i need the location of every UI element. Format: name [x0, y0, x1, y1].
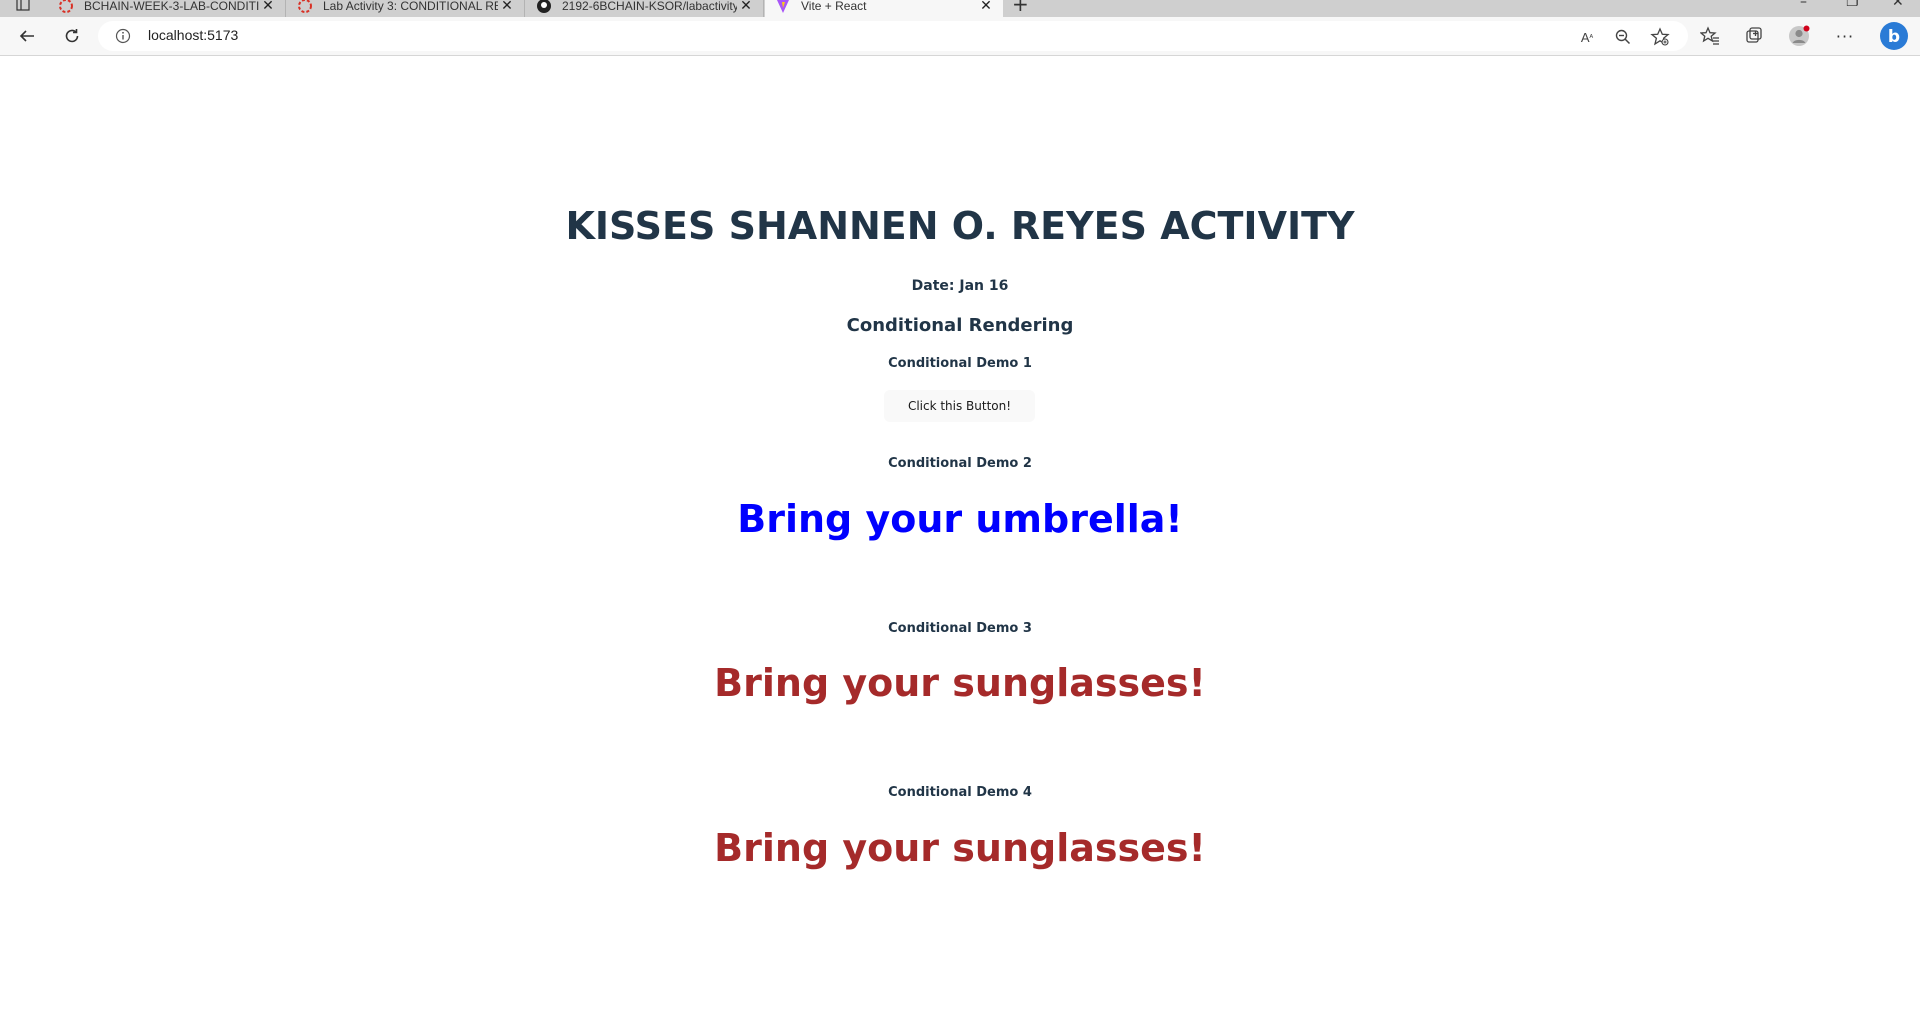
- more-options-icon[interactable]: ···: [1834, 25, 1856, 47]
- tab-title: 2192-6BCHAIN-KSOR/labactivity: [562, 0, 737, 13]
- section-heading: Conditional Rendering: [846, 315, 1074, 336]
- sunglasses-message: Bring your sunglasses!: [714, 826, 1206, 870]
- close-tab-icon[interactable]: ✕: [259, 0, 277, 14]
- sunglasses-message: Bring your sunglasses!: [714, 661, 1206, 705]
- close-tab-icon[interactable]: ✕: [737, 0, 755, 14]
- demo-1-label: Conditional Demo 1: [888, 356, 1032, 371]
- vite-icon: [775, 0, 791, 14]
- tab-vite-react[interactable]: Vite + React ✕: [765, 0, 1003, 17]
- loading-icon: [297, 0, 313, 14]
- restore-icon[interactable]: ❐: [1846, 0, 1859, 10]
- demo-4-label: Conditional Demo 4: [888, 785, 1032, 800]
- close-window-icon[interactable]: ✕: [1892, 0, 1904, 10]
- new-tab-icon[interactable]: +: [1012, 0, 1029, 16]
- date-label: Date: Jan 16: [911, 278, 1009, 294]
- tab-title: Vite + React: [801, 0, 867, 13]
- click-button[interactable]: Click this Button!: [884, 390, 1035, 422]
- info-icon[interactable]: [115, 28, 131, 44]
- demo-2-label: Conditional Demo 2: [888, 456, 1032, 471]
- address-bar[interactable]: localhost:5173 Aᴬ: [98, 21, 1688, 51]
- back-icon[interactable]: [16, 25, 38, 47]
- tab-lab-week3[interactable]: BCHAIN-WEEK-3-LAB-CONDITIONAL ✕: [48, 0, 286, 17]
- page-title: KISSES SHANNEN O. REYES ACTIVITY: [565, 204, 1355, 248]
- demo-3-label: Conditional Demo 3: [888, 621, 1032, 636]
- loading-icon: [58, 0, 74, 14]
- tab-strip: BCHAIN-WEEK-3-LAB-CONDITIONAL ✕ Lab Acti…: [0, 0, 1920, 17]
- sidebar-toggle-icon[interactable]: [16, 0, 30, 11]
- bing-copilot-icon[interactable]: b: [1879, 21, 1909, 51]
- read-aloud-icon[interactable]: Aᴬ: [1577, 27, 1597, 47]
- url-text[interactable]: localhost:5173: [148, 27, 238, 43]
- page-content: KISSES SHANNEN O. REYES ACTIVITY Date: J…: [0, 56, 1920, 1025]
- svg-text:b: b: [1888, 27, 1900, 47]
- reload-icon[interactable]: [61, 25, 83, 47]
- add-favorite-icon[interactable]: [1650, 27, 1670, 47]
- favorites-icon[interactable]: [1699, 25, 1721, 47]
- tab-lab-activity-3[interactable]: Lab Activity 3: CONDITIONAL RENDERING ✕: [287, 0, 525, 17]
- github-icon: [536, 0, 552, 14]
- browser-toolbar: localhost:5173 Aᴬ ··· b: [0, 17, 1920, 56]
- zoom-out-icon[interactable]: [1613, 27, 1633, 47]
- tab-title: BCHAIN-WEEK-3-LAB-CONDITIONAL: [84, 0, 259, 13]
- profile-avatar-icon[interactable]: [1788, 25, 1810, 47]
- close-tab-icon[interactable]: ✕: [498, 0, 516, 14]
- collections-icon[interactable]: [1743, 25, 1765, 47]
- minimize-icon[interactable]: –: [1800, 0, 1807, 10]
- tab-github-repo[interactable]: 2192-6BCHAIN-KSOR/labactivity ✕: [526, 0, 764, 17]
- tab-title: Lab Activity 3: CONDITIONAL RENDERING: [323, 0, 498, 13]
- close-tab-icon[interactable]: ✕: [977, 0, 995, 14]
- umbrella-message: Bring your umbrella!: [737, 497, 1183, 541]
